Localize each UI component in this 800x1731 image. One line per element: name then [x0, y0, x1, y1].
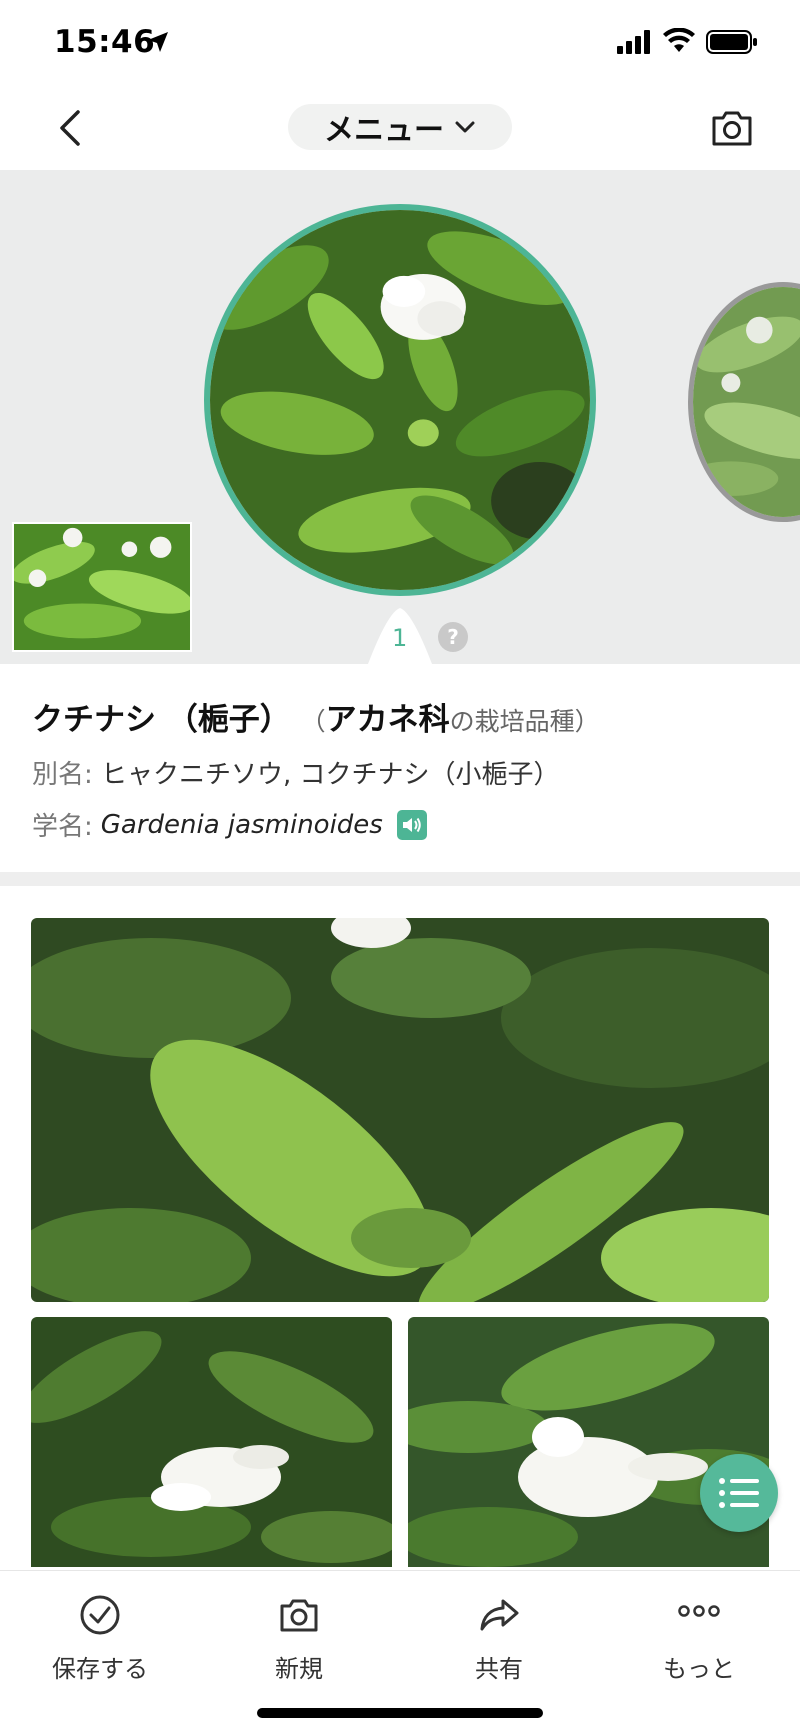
chevron-down-icon: [455, 121, 475, 133]
plant-name-line: クチナシ （梔子） （アカネ科の栽培品種）: [32, 694, 600, 739]
speaker-icon[interactable]: [396, 809, 427, 840]
scientific-name: Gardenia jasminoides: [100, 809, 383, 840]
alias-label: 別名:: [32, 760, 93, 790]
alias-line: 別名: ヒャクニチソウ, コクチナシ（小梔子）: [32, 754, 560, 791]
bottom-toolbar: 保存する 新規 共有 もっと: [0, 1570, 800, 1731]
family-suffix: の栽培品種）: [449, 707, 600, 736]
save-label: 保存する: [52, 1655, 148, 1683]
share-button[interactable]: 共有: [419, 1581, 579, 1691]
thumbnail-photo[interactable]: [12, 522, 192, 652]
new-label: 新規: [275, 1655, 323, 1683]
more-label: もっと: [663, 1655, 735, 1683]
camera-icon: [280, 1599, 318, 1632]
scientific-label: 学名:: [32, 812, 93, 842]
plant-name: クチナシ （梔子）: [32, 702, 291, 738]
section-divider: [0, 872, 800, 886]
list-icon: [719, 1478, 759, 1508]
battery-icon: [706, 30, 757, 54]
camera-icon[interactable]: [708, 104, 756, 152]
cellular-signal-icon: [617, 30, 650, 54]
back-chevron-icon[interactable]: [50, 106, 94, 150]
nav-bar: メニュー: [0, 88, 800, 170]
status-bar: 15:46: [0, 0, 800, 88]
list-menu-button[interactable]: [700, 1454, 778, 1532]
location-arrow-icon: [148, 32, 168, 52]
new-button[interactable]: 新規: [219, 1581, 379, 1691]
more-button[interactable]: もっと: [619, 1581, 779, 1691]
family-paren: （: [300, 707, 326, 736]
share-label: 共有: [475, 1655, 523, 1683]
alias-value: ヒャクニチソウ, コクチナシ（小梔子）: [101, 760, 560, 790]
scientific-name-line: 学名: Gardenia jasminoides: [32, 806, 427, 843]
plant-family[interactable]: アカネ科: [326, 702, 450, 738]
next-plant-photo[interactable]: [688, 282, 800, 522]
gallery-photo-small[interactable]: [31, 1317, 392, 1567]
help-icon[interactable]: ?: [438, 622, 468, 652]
share-arrow-icon: [480, 1599, 519, 1631]
menu-label: メニュー: [324, 113, 444, 148]
gallery-photo-small[interactable]: [408, 1317, 769, 1567]
plant-info: クチナシ （梔子） （アカネ科の栽培品種） 別名: ヒャクニチソウ, コクチナシ…: [0, 664, 800, 872]
more-dots-icon: [678, 1605, 720, 1617]
status-time: 15:46: [54, 24, 156, 60]
carousel-index: 1: [392, 624, 408, 652]
menu-dropdown-button[interactable]: メニュー: [288, 104, 512, 150]
gallery-photo-large[interactable]: [31, 918, 769, 1302]
home-indicator[interactable]: [257, 1708, 543, 1718]
check-circle-icon: [80, 1595, 120, 1635]
main-plant-photo[interactable]: [204, 204, 596, 596]
save-button[interactable]: 保存する: [20, 1581, 180, 1691]
wifi-icon: [663, 28, 695, 52]
photo-carousel[interactable]: 1 ?: [0, 170, 800, 664]
